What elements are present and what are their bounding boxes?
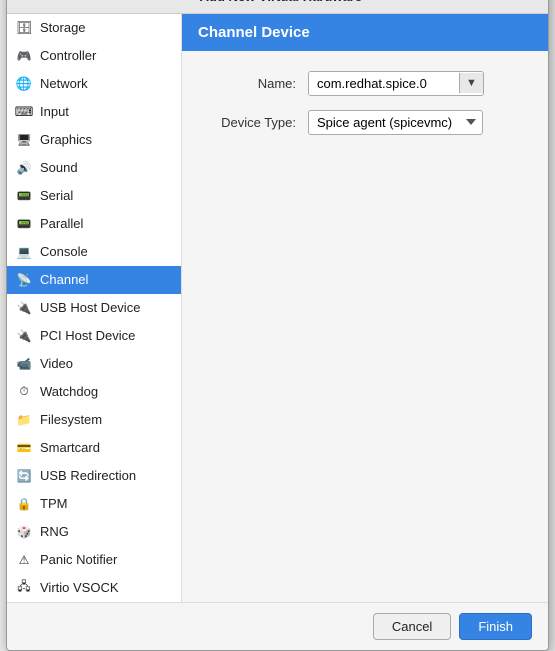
sound-icon	[15, 159, 33, 177]
sidebar-item-label-usb-host: USB Host Device	[40, 300, 140, 315]
sidebar-item-label-graphics: Graphics	[40, 132, 92, 147]
pci-host-icon	[15, 327, 33, 345]
cancel-button[interactable]: Cancel	[373, 613, 451, 640]
sidebar-item-console[interactable]: Console	[7, 238, 181, 266]
watchdog-icon	[15, 383, 33, 401]
sidebar-item-usb-redir[interactable]: USB Redirection	[7, 462, 181, 490]
sidebar-item-label-watchdog: Watchdog	[40, 384, 98, 399]
sidebar-item-network[interactable]: Network	[7, 70, 181, 98]
name-row: Name: ▼	[206, 71, 524, 96]
sidebar-item-label-panic: Panic Notifier	[40, 552, 117, 567]
sidebar-item-smartcard[interactable]: Smartcard	[7, 434, 181, 462]
finish-button[interactable]: Finish	[459, 613, 532, 640]
sidebar-item-label-video: Video	[40, 356, 73, 371]
sidebar-item-label-network: Network	[40, 76, 88, 91]
parallel-icon	[15, 215, 33, 233]
sidebar-item-sound[interactable]: Sound	[7, 154, 181, 182]
sidebar-item-controller[interactable]: Controller	[7, 42, 181, 70]
sidebar-item-label-filesystem: Filesystem	[40, 412, 102, 427]
sidebar-item-label-tpm: TPM	[40, 496, 67, 511]
sidebar-item-parallel[interactable]: Parallel	[7, 210, 181, 238]
sidebar-item-usb-host[interactable]: USB Host Device	[7, 294, 181, 322]
sidebar-item-label-channel: Channel	[40, 272, 88, 287]
controller-icon	[15, 47, 33, 65]
sidebar-item-rng[interactable]: RNG	[7, 518, 181, 546]
input-icon	[15, 103, 33, 121]
sidebar-item-label-rng: RNG	[40, 524, 69, 539]
close-button[interactable]: ×	[523, 0, 536, 5]
sidebar-item-tpm[interactable]: TPM	[7, 490, 181, 518]
dialog-title: Add New Virtual Hardware	[39, 0, 523, 4]
content-area: Channel Device Name: ▼ Device Type: Spic…	[182, 14, 548, 602]
usb-redir-icon	[15, 467, 33, 485]
sidebar-item-label-controller: Controller	[40, 48, 96, 63]
vsock-icon	[15, 579, 33, 597]
sidebar-item-label-pci-host: PCI Host Device	[40, 328, 135, 343]
sidebar-item-label-smartcard: Smartcard	[40, 440, 100, 455]
titlebar: Add New Virtual Hardware ×	[7, 0, 548, 14]
name-input[interactable]	[309, 72, 459, 95]
tpm-icon	[15, 495, 33, 513]
sidebar-item-graphics[interactable]: Graphics	[7, 126, 181, 154]
sidebar-item-label-input: Input	[40, 104, 69, 119]
filesystem-icon	[15, 411, 33, 429]
sidebar-item-watchdog[interactable]: Watchdog	[7, 378, 181, 406]
sidebar-item-channel[interactable]: Channel	[7, 266, 181, 294]
sidebar-item-panic[interactable]: Panic Notifier	[7, 546, 181, 574]
name-label: Name:	[206, 76, 296, 91]
device-type-label: Device Type:	[206, 115, 296, 130]
content-form: Name: ▼ Device Type: Spice agent (spicev…	[182, 51, 548, 155]
channel-icon	[15, 271, 33, 289]
name-dropdown-button[interactable]: ▼	[459, 73, 483, 93]
name-input-group: ▼	[308, 71, 484, 96]
sidebar-item-label-sound: Sound	[40, 160, 78, 175]
sidebar-item-pci-host[interactable]: PCI Host Device	[7, 322, 181, 350]
device-type-select[interactable]: Spice agent (spicevmc)QEMU monitor (comp…	[308, 110, 483, 135]
video-icon	[15, 355, 33, 373]
graphics-icon	[15, 131, 33, 149]
sidebar-item-label-serial: Serial	[40, 188, 73, 203]
sidebar: Storage Controller Network Input Graphics Sou…	[7, 14, 182, 602]
sidebar-item-label-storage: Storage	[40, 20, 86, 35]
storage-icon	[15, 19, 33, 37]
sidebar-item-video[interactable]: Video	[7, 350, 181, 378]
sidebar-item-serial[interactable]: Serial	[7, 182, 181, 210]
console-icon	[15, 243, 33, 261]
sidebar-item-input[interactable]: Input	[7, 98, 181, 126]
smartcard-icon	[15, 439, 33, 457]
sidebar-item-vsock[interactable]: Virtio VSOCK	[7, 574, 181, 602]
device-type-row: Device Type: Spice agent (spicevmc)QEMU …	[206, 110, 524, 135]
serial-icon	[15, 187, 33, 205]
sidebar-item-label-parallel: Parallel	[40, 216, 83, 231]
add-hardware-dialog: Add New Virtual Hardware × Storage Contro…	[6, 0, 549, 651]
device-type-select-wrapper: Spice agent (spicevmc)QEMU monitor (comp…	[308, 110, 483, 135]
dialog-body: Storage Controller Network Input Graphics Sou…	[7, 14, 548, 602]
sidebar-item-label-usb-redir: USB Redirection	[40, 468, 136, 483]
panic-icon	[15, 551, 33, 569]
dialog-footer: Cancel Finish	[7, 602, 548, 650]
sidebar-item-storage[interactable]: Storage	[7, 14, 181, 42]
sidebar-item-label-vsock: Virtio VSOCK	[40, 580, 119, 595]
sidebar-item-label-console: Console	[40, 244, 88, 259]
rng-icon	[15, 523, 33, 541]
network-icon	[15, 75, 33, 93]
sidebar-item-filesystem[interactable]: Filesystem	[7, 406, 181, 434]
usb-host-icon	[15, 299, 33, 317]
content-header: Channel Device	[182, 14, 548, 51]
